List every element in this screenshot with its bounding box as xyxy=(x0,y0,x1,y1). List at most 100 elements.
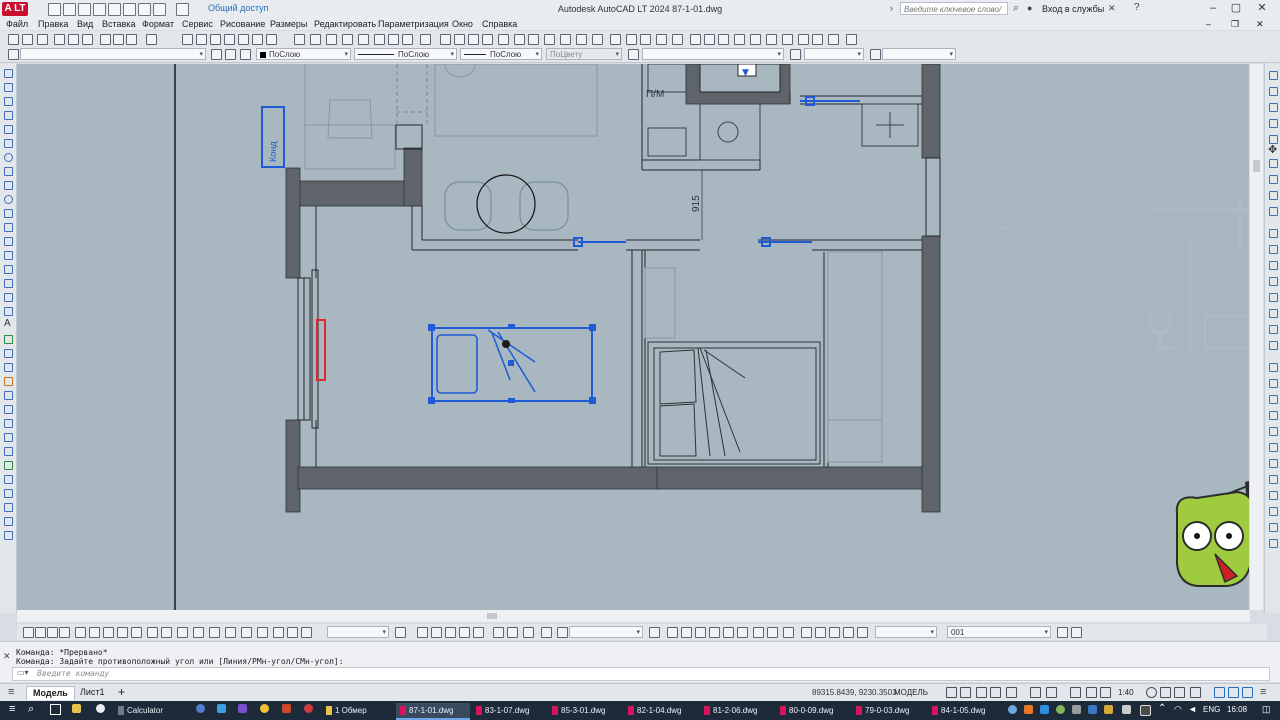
calculator-icon[interactable] xyxy=(266,34,277,45)
undo-icon[interactable] xyxy=(126,34,137,45)
break-tool-icon[interactable] xyxy=(4,503,13,512)
coordinates-readout[interactable]: 89315.8439, 9230.3503 xyxy=(812,688,897,697)
sticky-icon[interactable] xyxy=(260,704,269,713)
search-icon[interactable]: ⌕ xyxy=(1013,2,1019,15)
tool-palettes-icon[interactable] xyxy=(210,34,221,45)
make-block-tool-icon[interactable] xyxy=(4,237,13,246)
annotation-scale-dropdown[interactable]: ▾ xyxy=(804,48,864,60)
visual-style-dropdown[interactable]: ▾ xyxy=(882,48,956,60)
layer-previous-icon[interactable] xyxy=(225,49,236,60)
layer-properties-icon[interactable] xyxy=(182,34,193,45)
doc-minimize-button[interactable]: – xyxy=(1206,19,1211,29)
user-icon[interactable]: ● xyxy=(1027,3,1032,13)
copy-clip-icon[interactable] xyxy=(294,34,305,45)
chrome-icon[interactable] xyxy=(96,704,105,713)
visual-style-icon[interactable] xyxy=(870,49,881,60)
save-as-icon[interactable] xyxy=(93,3,106,16)
snap-nearest-icon[interactable] xyxy=(812,34,823,45)
center-mark-button[interactable] xyxy=(225,627,236,638)
taskbar-app-82-1-04[interactable]: 82-1-04.dwg xyxy=(624,703,685,718)
taskbar-app-81-2-06[interactable]: 81-2-06.dwg xyxy=(700,703,761,718)
insert-block-tool-icon[interactable] xyxy=(4,223,13,232)
snap-tangent-icon[interactable] xyxy=(734,34,745,45)
doc-restore-button[interactable]: ❐ xyxy=(1231,19,1239,30)
zoom-previous-icon[interactable] xyxy=(402,34,413,45)
doc-close-button[interactable]: ✕ xyxy=(1256,19,1264,30)
annotation-scale[interactable]: 1:40 xyxy=(1118,688,1134,697)
publish-icon[interactable] xyxy=(82,34,93,45)
table-style-dropdown[interactable]: ▾ xyxy=(875,626,937,638)
chevron-up-icon[interactable]: ⌃ xyxy=(1158,703,1166,714)
mtext-tool-icon[interactable]: A xyxy=(4,318,11,329)
taskbar-app-83-1-07[interactable]: 83-1-07.dwg xyxy=(472,703,533,718)
menu-dimension[interactable]: Размеры xyxy=(270,19,307,29)
explode-tool-icon[interactable] xyxy=(4,531,13,540)
markup-icon[interactable] xyxy=(252,34,263,45)
model-space-toggle[interactable]: МОДЕЛЬ xyxy=(894,688,928,697)
lineweight-icon[interactable] xyxy=(1070,687,1081,698)
dim-linear-icon[interactable] xyxy=(1269,71,1278,80)
tolerance-icon[interactable] xyxy=(1269,277,1278,286)
open-icon[interactable] xyxy=(22,34,33,45)
align-leaders-icon[interactable] xyxy=(1269,443,1278,452)
taskbar-app-calculator[interactable]: Calculator xyxy=(114,703,167,718)
dim-ordinate-icon[interactable] xyxy=(1269,119,1278,128)
block-attribute-button[interactable] xyxy=(829,627,840,638)
rotate-right-icon[interactable] xyxy=(1269,159,1278,168)
text-style-button[interactable] xyxy=(667,627,678,638)
tolerance-button[interactable] xyxy=(209,627,220,638)
gear-icon[interactable] xyxy=(1146,687,1157,698)
tray-app-icon[interactable] xyxy=(1024,705,1033,714)
dim-oblique-button[interactable] xyxy=(557,627,568,638)
layer-tool-icon[interactable] xyxy=(4,335,13,344)
lineweight-dropdown[interactable]: ПоСлою ▾ xyxy=(460,48,542,60)
polyline-tool-icon[interactable] xyxy=(4,97,13,106)
new-icon[interactable] xyxy=(8,34,19,45)
move-tool-icon[interactable] xyxy=(4,419,13,428)
new-file-icon[interactable] xyxy=(48,3,61,16)
add-leader-button[interactable] xyxy=(445,627,456,638)
close-button[interactable]: ✕ xyxy=(1254,1,1270,16)
quick-dim-button[interactable] xyxy=(131,627,142,638)
properties-icon[interactable] xyxy=(224,34,235,45)
save-icon[interactable] xyxy=(37,34,48,45)
dim-diameter-button[interactable] xyxy=(103,627,114,638)
snap-insert-icon[interactable] xyxy=(782,34,793,45)
plot-preview-icon[interactable] xyxy=(68,34,79,45)
menu-service[interactable]: Сервис xyxy=(182,19,213,29)
tab-layout1[interactable]: Лист1 xyxy=(74,686,111,699)
inspect-button[interactable] xyxy=(241,627,252,638)
text-justify-button[interactable] xyxy=(753,627,764,638)
rotate-icon[interactable] xyxy=(528,34,539,45)
opera-icon[interactable] xyxy=(304,704,313,713)
dim-aligned-icon[interactable] xyxy=(1269,87,1278,96)
spell-check-button[interactable] xyxy=(723,627,734,638)
quick-properties-icon[interactable] xyxy=(1242,687,1253,698)
circle-tool-icon[interactable] xyxy=(4,153,13,162)
table-style-icon[interactable] xyxy=(1269,475,1278,484)
field-icon[interactable] xyxy=(1269,507,1278,516)
redo-icon[interactable] xyxy=(146,34,157,45)
object-snap-icon[interactable] xyxy=(1046,687,1057,698)
drawing-canvas[interactable]: П/М 915 ▼ Конд xyxy=(17,64,1249,610)
weather-icon[interactable] xyxy=(1008,705,1017,714)
extend-tool-icon[interactable] xyxy=(4,489,13,498)
layer-freeze-button[interactable] xyxy=(1057,627,1068,638)
attribute-sync-button[interactable] xyxy=(857,627,868,638)
region-icon[interactable] xyxy=(498,34,509,45)
dim-inspect-button[interactable] xyxy=(507,627,518,638)
mtext-button[interactable] xyxy=(681,627,692,638)
current-layer-dropdown[interactable]: 001 ▾ xyxy=(947,626,1051,638)
block-editor-icon[interactable] xyxy=(342,34,353,45)
find-text-icon[interactable] xyxy=(1269,539,1278,548)
zoom-window-icon[interactable] xyxy=(388,34,399,45)
search-input[interactable]: Введите ключевое слово/фразу xyxy=(900,2,1008,27)
color-dropdown[interactable]: ПоСлою ▾ xyxy=(256,48,351,60)
cut-icon[interactable] xyxy=(100,34,111,45)
taskbar-app-79-0-03[interactable]: 79-0-03.dwg xyxy=(852,703,913,718)
dim-arc-button[interactable] xyxy=(47,627,58,638)
notifications-icon[interactable]: ◫ xyxy=(1262,704,1271,715)
trim-tool-icon[interactable] xyxy=(4,475,13,484)
taskbar-app-obmer[interactable]: 1 Обмер xyxy=(322,703,371,718)
volume-icon[interactable]: ◄ xyxy=(1188,704,1197,714)
